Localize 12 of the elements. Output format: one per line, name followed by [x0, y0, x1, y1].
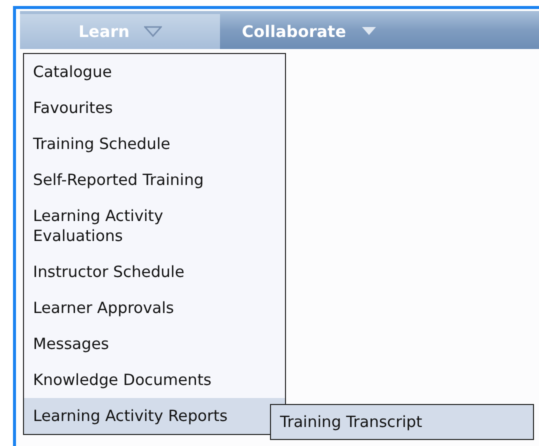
- caret-icon: [360, 26, 378, 37]
- menu-item[interactable]: Learner Approvals: [24, 290, 285, 326]
- menu-item[interactable]: Learning Activity Evaluations: [24, 198, 285, 254]
- menu-item[interactable]: Training Transcript: [271, 405, 533, 439]
- menu-item[interactable]: Training Schedule: [24, 126, 285, 162]
- menu-item[interactable]: Knowledge Documents: [24, 362, 285, 398]
- menu-item[interactable]: Instructor Schedule: [24, 254, 285, 290]
- menu-item[interactable]: Self-Reported Training: [24, 162, 285, 198]
- caret-icon: [144, 26, 162, 37]
- menu-item[interactable]: Messages: [24, 326, 285, 362]
- menu-item[interactable]: Catalogue: [24, 54, 285, 90]
- menu-item[interactable]: Favourites: [24, 90, 285, 126]
